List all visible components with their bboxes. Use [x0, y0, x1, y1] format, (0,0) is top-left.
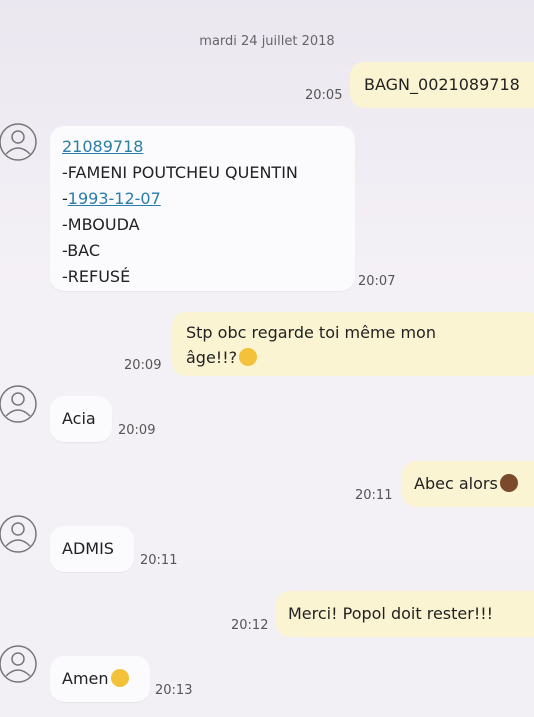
message-text: âge!!?	[186, 348, 238, 367]
facepalm-emoji-icon	[499, 474, 518, 492]
message-bubble-incoming[interactable]: Acia	[50, 396, 112, 442]
message-bubble-incoming[interactable]: Amen	[50, 656, 150, 702]
message-line: -BAC	[62, 241, 101, 260]
message-text: Merci! Popol doit rester!!!	[288, 604, 494, 623]
birthdate-link[interactable]: 1993-12-07	[68, 189, 161, 208]
message-text: ADMIS	[62, 539, 114, 558]
kiss-emoji-icon	[110, 669, 129, 687]
message-time: 20:07	[358, 274, 396, 289]
avatar-icon[interactable]	[0, 384, 40, 424]
message-time: 20:11	[140, 553, 178, 568]
message-bubble-incoming[interactable]: ADMIS	[50, 526, 134, 572]
message-time: 20:09	[118, 423, 156, 438]
avatar-icon[interactable]	[0, 644, 40, 684]
student-number-link[interactable]: 21089718	[62, 134, 343, 160]
message-line: -1993-12-07	[62, 186, 343, 212]
message-line: -REFUSÉ	[62, 267, 131, 286]
message-bubble-incoming[interactable]: 21089718 -FAMENI POUTCHEU QUENTIN -1993-…	[50, 126, 355, 291]
avatar-icon[interactable]	[0, 514, 40, 554]
message-time: 20:11	[355, 488, 393, 503]
message-time: 20:13	[155, 683, 193, 698]
message-text: BAGN_0021089718	[364, 75, 520, 94]
message-time: 20:12	[231, 618, 269, 633]
message-bubble-outgoing[interactable]: Merci! Popol doit rester!!!	[276, 591, 534, 637]
message-bubble-outgoing[interactable]: BAGN_0021089718	[350, 62, 534, 108]
message-bubble-outgoing[interactable]: Abec alors	[402, 461, 534, 507]
message-text: Abec alors	[414, 474, 498, 493]
avatar-icon[interactable]	[0, 122, 40, 162]
message-text: Stp obc regarde toi même mon	[186, 323, 436, 342]
message-bubble-outgoing[interactable]: Stp obc regarde toi même mon âge!!?	[172, 312, 534, 376]
message-line: -MBOUDA	[62, 215, 140, 234]
message-text: Amen	[62, 669, 109, 688]
grimace-emoji-icon	[239, 348, 258, 366]
message-time: 20:09	[124, 358, 162, 373]
date-separator: mardi 24 juillet 2018	[199, 34, 335, 49]
message-text: Acia	[62, 409, 96, 428]
message-line: -FAMENI POUTCHEU QUENTIN	[62, 163, 298, 182]
message-time: 20:05	[305, 88, 343, 103]
